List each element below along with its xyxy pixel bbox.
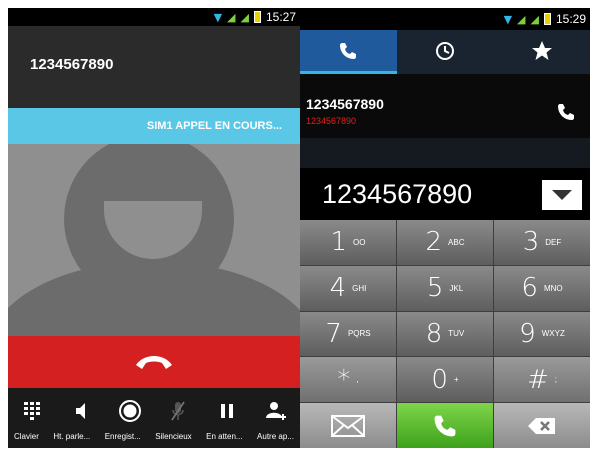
tab-favorites[interactable] (493, 30, 590, 74)
tab-phone[interactable] (300, 30, 397, 74)
call-button[interactable] (397, 403, 493, 448)
keypad-label: Clavier (14, 432, 39, 441)
in-call-screen: ▼ ◢ ◢ 15:27 1234567890 SIM1 APPEL EN COU… (8, 8, 300, 448)
key-4[interactable]: 4 GHI (300, 265, 396, 311)
caller-area: 1234567890 SIM1 APPEL EN COURS... (8, 26, 300, 336)
mail-icon (331, 414, 365, 437)
add-call-button[interactable] (256, 396, 296, 426)
tab-recent[interactable] (397, 30, 494, 74)
key-9[interactable]: 9 WXYZ (494, 311, 590, 357)
key-2[interactable]: 2 ABC (397, 220, 493, 265)
clock-icon (436, 41, 454, 60)
phone-icon (340, 42, 357, 59)
key-8[interactable]: 8 TUV (397, 311, 493, 357)
divider (300, 138, 590, 168)
dialer-screen: ▼ ◢ ◢ 15:29 1234567890 1234567890 123456… (300, 8, 590, 448)
mute-icon (171, 401, 185, 421)
message-button[interactable] (300, 403, 396, 448)
key-7[interactable]: 7 PQRS (300, 311, 396, 357)
recent-call-subnumber: 1234567890 (306, 116, 357, 126)
signal-icon: ◢ (227, 10, 236, 24)
dialed-number: 1234567890 (322, 178, 473, 209)
call-status-bar: SIM1 APPEL EN COURS... (8, 108, 300, 144)
status-time: 15:29 (555, 12, 586, 26)
hold-label: En atten... (206, 432, 243, 441)
recent-call-button[interactable] (556, 102, 576, 126)
keypad-icon (24, 402, 41, 420)
key-hash[interactable]: #; (494, 357, 590, 403)
recent-call-item[interactable]: 1234567890 1234567890 (300, 74, 590, 138)
wifi-icon: ▼ (503, 12, 513, 26)
backspace-button[interactable] (494, 403, 590, 448)
add-call-label: Autre ap... (257, 432, 294, 441)
dialer-tabs (300, 30, 590, 74)
status-bar: ▼ ◢ ◢ 15:27 (8, 8, 300, 26)
recent-call-number: 1234567890 (306, 96, 384, 112)
call-actions: Clavier Ht. parle... Enregist... Silenci… (8, 388, 300, 448)
chevron-down-icon (552, 190, 572, 200)
signal-icon: ◢ (517, 12, 526, 26)
hangup-icon (136, 356, 172, 369)
pause-icon (220, 404, 233, 418)
wifi-icon: ▼ (213, 10, 223, 24)
key-5[interactable]: 5 JKL (397, 265, 493, 311)
caller-header: 1234567890 (8, 26, 300, 108)
caller-number: 1234567890 (30, 56, 114, 73)
dialer-menu-button[interactable] (542, 180, 582, 210)
speaker-button[interactable] (61, 396, 101, 426)
keypad-button[interactable] (12, 396, 52, 426)
status-time: 15:27 (265, 10, 296, 24)
key-6[interactable]: 6 MNO (494, 265, 590, 311)
record-label: Enregist... (104, 432, 141, 441)
signal-icon-2: ◢ (530, 12, 539, 26)
call-status-text: SIM1 APPEL EN COURS... (146, 120, 282, 132)
key-1[interactable]: 1 OO (300, 220, 396, 265)
hold-button[interactable] (207, 396, 247, 426)
dial-display: 1234567890 (300, 168, 590, 220)
key-0[interactable]: 0 + (397, 357, 493, 403)
mute-label: Silencieux (155, 432, 192, 441)
speaker-label: Ht. parle... (53, 432, 91, 441)
backspace-icon (528, 417, 555, 434)
key-3[interactable]: 3 DEF (494, 220, 590, 265)
speaker-icon (75, 403, 85, 419)
signal-icon-2: ◢ (240, 10, 249, 24)
add-call-icon (265, 402, 286, 420)
phone-icon (434, 415, 456, 436)
end-call-button[interactable] (8, 336, 300, 388)
battery-icon (253, 11, 261, 23)
key-star[interactable]: *, (300, 357, 396, 403)
battery-icon (543, 13, 551, 25)
phone-icon (558, 104, 574, 120)
status-bar: ▼ ◢ ◢ 15:29 (300, 8, 590, 30)
record-button[interactable] (110, 396, 150, 426)
mute-button[interactable] (158, 396, 198, 426)
keypad: 1 OO 2 ABC 3 DEF 4 GHI 5 JKL 6 MNO 7 PQRS 8 TUV … (300, 220, 590, 448)
record-icon (118, 400, 141, 422)
star-icon (531, 40, 552, 60)
